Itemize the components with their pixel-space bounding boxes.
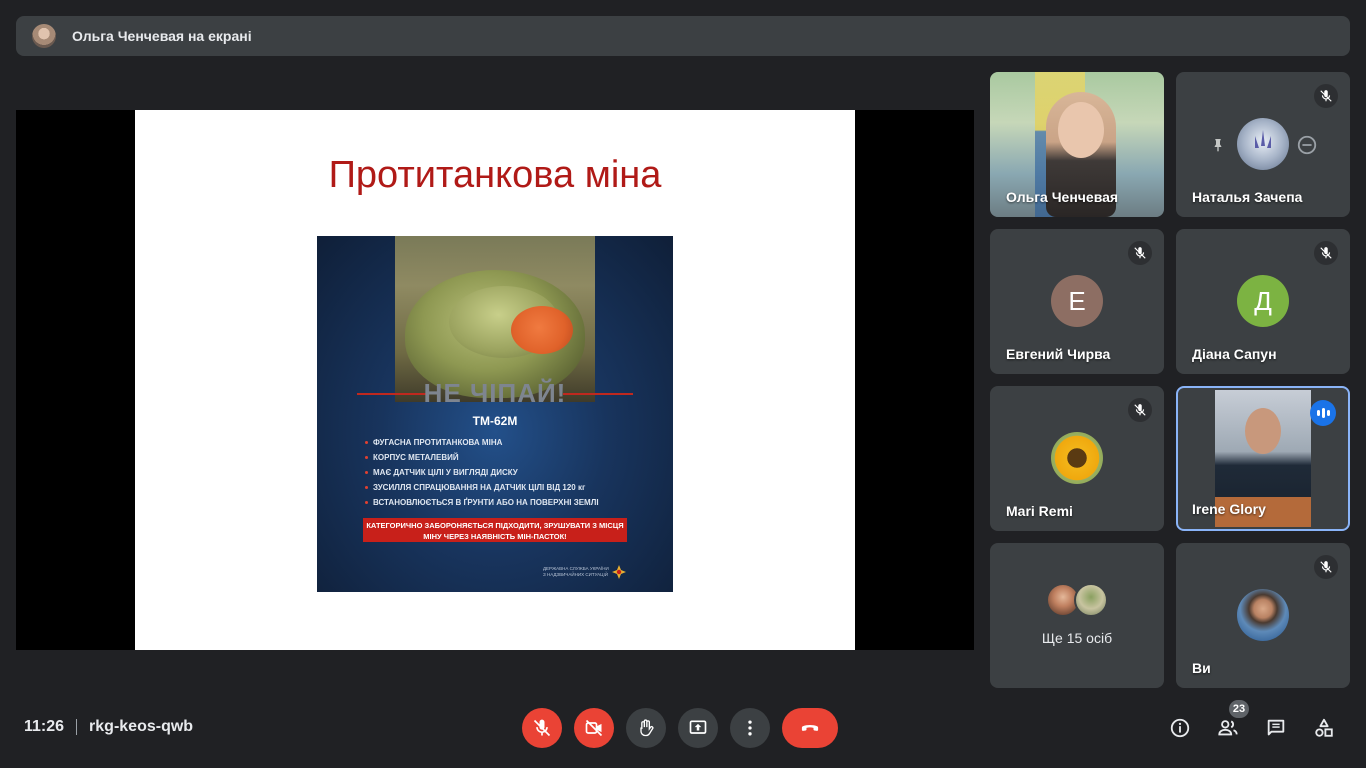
participant-tile-active[interactable]: Irene Glory (1176, 386, 1350, 531)
raise-hand-button[interactable] (626, 708, 666, 748)
poster-org: ДЕРЖАВНА СЛУЖБА УКРАЇНИ З НАДЗВИЧАЙНИХ С… (543, 566, 609, 577)
people-count-badge: 23 (1229, 700, 1249, 718)
activities-icon (1315, 718, 1333, 737)
poster-list: ФУГАСНА ПРОТИТАНКОВА МІНА КОРПУС МЕТАЛЕВ… (365, 435, 599, 510)
camera-off-icon (585, 719, 603, 737)
more-vert-icon (748, 720, 752, 736)
participant-name: Діана Сапун (1192, 346, 1277, 362)
others-tile[interactable]: Ще 15 осіб (990, 543, 1164, 688)
mic-off-icon (533, 719, 551, 737)
poster-list-item: КОРПУС МЕТАЛЕВИЙ (365, 450, 599, 465)
camera-toggle-button[interactable] (574, 708, 614, 748)
meeting-details: 11:26 rkg-keos-qwb (24, 718, 193, 736)
mic-off-icon (1314, 241, 1338, 265)
poster-model: ТМ-62М (472, 414, 518, 428)
presenting-banner: Ольга Ченчевая на екрані (16, 16, 1350, 56)
mine-poster: НЕ ЧІПАЙ! ТМ-62М ФУГАСНА ПРОТИТАНКОВА МІ… (317, 236, 673, 592)
participant-avatar: Д (1237, 275, 1289, 327)
mic-off-icon (1314, 84, 1338, 108)
mic-off-icon (1314, 555, 1338, 579)
presentation-slide: Протитанкова міна НЕ ЧІПАЙ! ТМ-62М ФУГАС… (135, 110, 855, 650)
others-avatar (1074, 583, 1108, 617)
leave-call-button[interactable] (782, 708, 838, 748)
info-icon (1170, 718, 1190, 738)
participant-tile[interactable]: Наталья Зачепа (1176, 72, 1350, 217)
pin-icon[interactable] (1210, 136, 1226, 154)
people-icon (1218, 720, 1238, 736)
dsns-emblem-icon (612, 565, 626, 579)
chat-button[interactable] (1260, 712, 1292, 744)
poster-list-item: ФУГАСНА ПРОТИТАНКОВА МІНА (365, 435, 599, 450)
participant-avatar: Е (1051, 275, 1103, 327)
meeting-details-button[interactable] (1164, 712, 1196, 744)
sunflower-avatar (1051, 432, 1103, 484)
self-tile[interactable]: Ви (1176, 543, 1350, 688)
participant-tile[interactable]: Е Евгений Чирва (990, 229, 1164, 374)
poster-warning: КАТЕГОРИЧНО ЗАБОРОНЯЄТЬСЯ ПІДХОДИТИ, ЗРУ… (363, 518, 627, 542)
others-count: Ще 15 осіб (1041, 630, 1113, 646)
poster-list-item: ВСТАНОВЛЮЄТЬСЯ В ҐРУНТИ АБО НА ПОВЕРХНІ … (365, 495, 599, 510)
poster-headline: НЕ ЧІПАЙ! (423, 378, 567, 408)
speaking-indicator-icon (1310, 400, 1336, 426)
more-options-button[interactable] (730, 708, 770, 748)
clock: 11:26 (24, 718, 65, 735)
present-button[interactable] (678, 708, 718, 748)
mic-off-icon (1128, 241, 1152, 265)
chat-icon (1267, 719, 1285, 736)
mic-toggle-button[interactable] (522, 708, 562, 748)
poster-list-item: ЗУСИЛЛЯ СПРАЦЮВАННЯ НА ДАТЧИК ЦІЛІ ВІД 1… (365, 480, 599, 495)
raise-hand-icon (640, 719, 654, 737)
slide-title: Протитанкова міна (328, 154, 662, 196)
shared-screen: Протитанкова міна НЕ ЧІПАЙ! ТМ-62М ФУГАС… (16, 110, 974, 650)
participant-name: Наталья Зачепа (1192, 189, 1303, 205)
meeting-code: rkg-keos-qwb (89, 718, 194, 735)
poster-list-item: МАЄ ДАТЧИК ЦІЛІ У ВИГЛЯДІ ДИСКУ (365, 465, 599, 480)
participant-avatar (1237, 118, 1289, 170)
remove-icon[interactable] (1296, 134, 1318, 156)
participant-avatar (1237, 589, 1289, 641)
presenter-avatar (32, 24, 56, 48)
present-screen-icon (689, 720, 707, 734)
participant-name: Ольга Ченчевая (1006, 189, 1119, 205)
participant-tile[interactable]: Mari Remi (990, 386, 1164, 531)
participant-name: Ви (1192, 660, 1211, 676)
participant-tile[interactable]: Ольга Ченчевая (990, 72, 1164, 217)
presenting-text: Ольга Ченчевая на екрані (72, 28, 252, 44)
participant-name: Irene Glory (1192, 501, 1266, 517)
participant-tile[interactable]: Д Діана Сапун (1176, 229, 1350, 374)
call-end-icon (801, 725, 819, 731)
participant-name: Евгений Чирва (1006, 346, 1111, 362)
mic-off-icon (1128, 398, 1152, 422)
activities-button[interactable] (1308, 712, 1340, 744)
participant-name: Mari Remi (1006, 503, 1073, 519)
